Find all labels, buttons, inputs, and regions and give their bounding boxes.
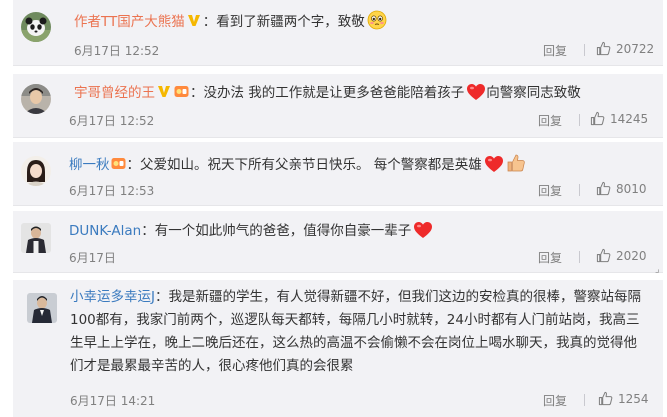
comment-text: 没办法 我的工作就是让更多爸爸能陪着孩子: [203, 85, 465, 101]
like-button[interactable]: 2020: [596, 248, 647, 263]
like-button[interactable]: 1254: [598, 391, 649, 406]
avatar[interactable]: [27, 293, 57, 323]
panda-avatar-image: [21, 12, 51, 42]
like-thumb-icon: [596, 41, 611, 56]
divider: [579, 114, 580, 126]
username-link[interactable]: 宇哥曾经的王: [74, 85, 155, 101]
comment-text-suffix: 向警察同志致敬: [486, 85, 581, 101]
like-count: 2020: [616, 249, 647, 263]
avatar[interactable]: [21, 12, 51, 42]
comment-card-2: 宇哥曾经的王 ：没办法 我的工作就是让更多爸爸能陪着孩子 向警察同志致敬 6月17日…: [13, 74, 663, 138]
heart-emoji-icon: [414, 222, 433, 238]
reply-button[interactable]: 回复: [538, 112, 562, 129]
heart-emoji-icon: [484, 156, 503, 172]
comment-card-5: 小幸运多幸运J：我是新疆的学生，有人觉得新疆不好，但我们这边的安检真的很棒，警察…: [13, 280, 663, 417]
comment-time: 6月17日 14:21: [70, 394, 156, 408]
embarrassed-face-emoji-icon: [367, 10, 387, 30]
avatar[interactable]: [21, 84, 51, 114]
reply-button[interactable]: 回复: [543, 392, 567, 409]
comment-body: 宇哥曾经的王 ：没办法 我的工作就是让更多爸爸能陪着孩子 向警察同志致敬: [74, 84, 581, 101]
comment-body: 小幸运多幸运J：我是新疆的学生，有人觉得新疆不好，但我们这边的安检真的很棒，警察…: [70, 289, 641, 374]
like-button[interactable]: 14245: [590, 111, 648, 126]
level-badge-icon: [111, 158, 125, 169]
like-thumb-icon: [596, 248, 611, 263]
comment-card-3: 柳一秋 ：父爱如山。祝天下所有父亲节日快乐。 每个警察都是英雄 6月17日 12:…: [13, 142, 663, 206]
username-link[interactable]: DUNK-Alan: [69, 223, 141, 239]
level-badge-icon: [174, 86, 189, 97]
comment-body: 作者TT国产大熊猫 ：看到了新疆两个字，致敬: [74, 10, 387, 33]
divider: [584, 394, 585, 406]
comment-time: 6月17日 12:52: [69, 114, 155, 128]
comment-text: 看到了新疆两个字，致敬: [216, 14, 365, 30]
username-link[interactable]: 小幸运多幸运J: [70, 289, 155, 305]
like-button[interactable]: 8010: [596, 181, 647, 196]
verified-v-icon: [187, 15, 200, 26]
like-thumb-icon: [596, 181, 611, 196]
like-thumb-icon: [590, 111, 605, 126]
like-thumb-icon: [598, 391, 613, 406]
person-avatar-image: [21, 156, 51, 186]
comment-time: 6月17日: [69, 251, 116, 265]
divider: [579, 184, 580, 196]
like-count: 14245: [610, 112, 649, 126]
divider: [579, 251, 580, 263]
like-button[interactable]: 20722: [596, 41, 654, 56]
verified-v-icon: [158, 86, 170, 97]
reply-button[interactable]: 回复: [538, 182, 562, 199]
reply-button[interactable]: 回复: [543, 42, 567, 59]
like-count: 20722: [616, 42, 655, 56]
person-avatar-image: [21, 84, 51, 114]
person-avatar-image: [21, 223, 51, 253]
comment-text: 父爱如山。祝天下所有父亲节日快乐。 每个警察都是英雄: [140, 157, 482, 173]
person-avatar-image: [27, 293, 57, 323]
comment-body: DUNK-Alan：有一个如此帅气的爸爸，值得你自豪一辈子: [69, 221, 433, 242]
comment-body: 柳一秋 ：父爱如山。祝天下所有父亲节日快乐。 每个警察都是英雄: [69, 153, 526, 176]
avatar[interactable]: [21, 223, 51, 253]
like-count: 8010: [616, 182, 647, 196]
username-link[interactable]: 作者TT国产大熊猫: [74, 14, 185, 30]
reply-button[interactable]: 回复: [538, 249, 562, 266]
divider: [584, 44, 585, 56]
comment-time: 6月17日 12:53: [69, 184, 155, 198]
comment-text: 有一个如此帅气的爸爸，值得你自豪一辈子: [154, 223, 412, 239]
expand-mark: ⌟: [655, 264, 660, 275]
like-count: 1254: [618, 392, 649, 406]
thumbs-up-emoji-icon: [507, 154, 525, 172]
heart-emoji-icon: [467, 84, 486, 100]
comment-card-1: 作者TT国产大熊猫 ：看到了新疆两个字，致敬 6月17日 12:52 回复 207…: [13, 0, 663, 66]
avatar[interactable]: [21, 156, 51, 186]
comment-time: 6月17日 12:52: [74, 44, 160, 58]
username-link[interactable]: 柳一秋: [69, 157, 110, 173]
comment-card-4: DUNK-Alan：有一个如此帅气的爸爸，值得你自豪一辈子 6月17日 回复 2…: [13, 211, 663, 273]
